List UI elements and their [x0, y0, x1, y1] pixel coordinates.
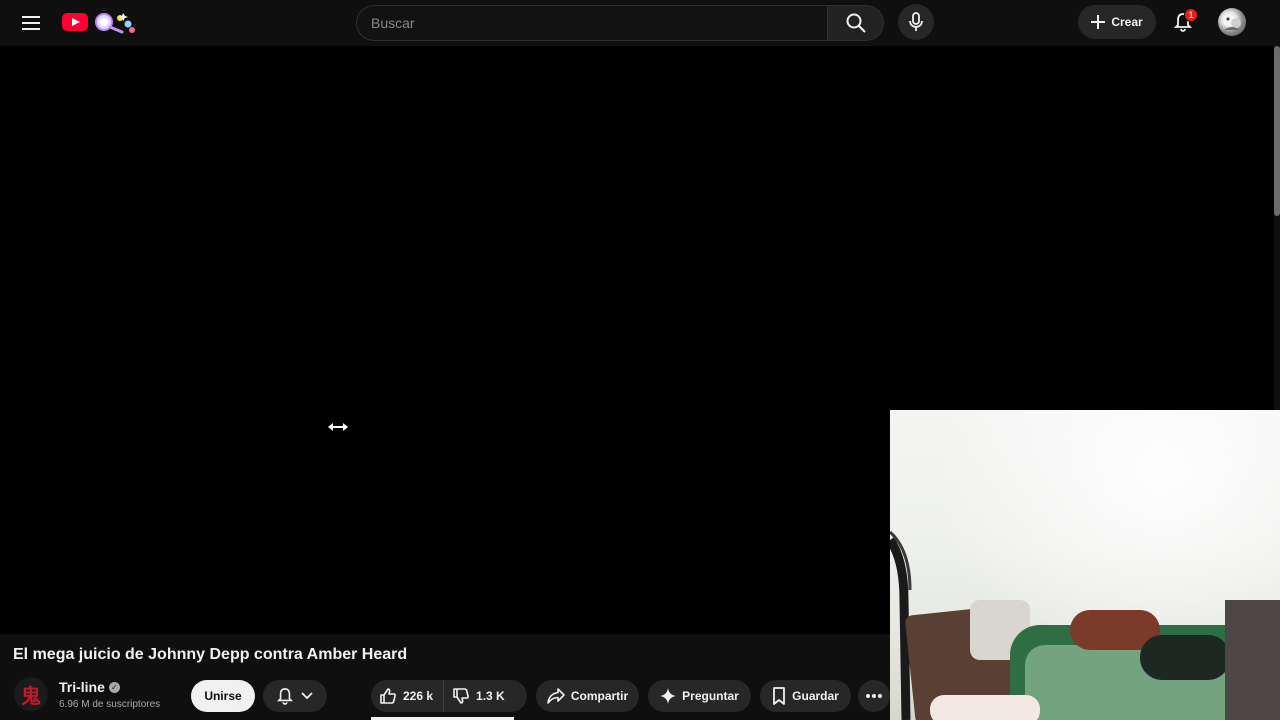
plus-icon: [1091, 15, 1106, 29]
create-label: Crear: [1111, 15, 1143, 29]
youtube-logo-icon: [62, 13, 88, 31]
channel-name-row[interactable]: Tri-line ✓: [59, 679, 120, 695]
webcam-dark-object: [1140, 635, 1230, 680]
video-title: El mega juicio de Johnny Depp contra Amb…: [13, 646, 408, 663]
search-button[interactable]: [828, 5, 884, 41]
share-icon: [547, 688, 565, 704]
chevron-down-icon: [301, 692, 313, 700]
subscriber-count: 6.96 M de suscriptores: [59, 699, 161, 710]
subscription-notifications-button[interactable]: [263, 680, 327, 712]
notification-count-badge: 1: [1184, 8, 1198, 22]
dislike-count: 1.3 K: [476, 689, 505, 703]
webcam-overlay: [890, 410, 1280, 720]
webcam-furniture: [1225, 600, 1280, 720]
menu-icon: [22, 16, 40, 30]
share-button[interactable]: Compartir: [536, 680, 639, 712]
sparkle-icon: [660, 688, 677, 704]
mic-icon: [909, 12, 923, 31]
channel-avatar[interactable]: 鬼: [14, 677, 48, 711]
like-dislike-group: 226 k 1.3 K: [371, 680, 527, 712]
like-button[interactable]: 226 k: [371, 680, 445, 712]
channel-name[interactable]: Tri-line: [59, 679, 105, 695]
join-button[interactable]: Unirse: [191, 680, 255, 712]
menu-button[interactable]: [14, 6, 48, 40]
voice-search-button[interactable]: [898, 4, 934, 40]
create-button[interactable]: Crear: [1078, 5, 1156, 39]
like-count: 226 k: [403, 689, 434, 703]
resize-cursor-icon: [328, 423, 348, 431]
thumbs-down-icon: [453, 688, 469, 704]
thumbs-up-icon: [380, 688, 396, 704]
more-icon: [866, 694, 882, 698]
search-icon: [846, 13, 866, 33]
search-input[interactable]: [371, 15, 827, 31]
verified-icon: ✓: [108, 681, 120, 693]
more-actions-button[interactable]: [858, 680, 890, 712]
save-button[interactable]: Guardar: [760, 680, 851, 712]
scrollbar-thumb[interactable]: [1274, 46, 1280, 216]
bookmark-icon: [773, 687, 786, 705]
webcam-sheet: [930, 695, 1040, 720]
avatar-image: [1223, 14, 1241, 30]
channel-avatar-glyph: 鬼: [21, 685, 41, 708]
dislike-button[interactable]: 1.3 K: [444, 680, 513, 712]
youtube-logo[interactable]: [62, 8, 138, 36]
ask-button[interactable]: Preguntar: [648, 680, 751, 712]
bell-icon: [277, 688, 293, 705]
share-label: Compartir: [570, 689, 629, 703]
save-label: Guardar: [792, 689, 839, 703]
doodle-logo: [95, 13, 135, 34]
search-box[interactable]: [356, 5, 828, 41]
notifications-button[interactable]: 1: [1166, 5, 1200, 39]
account-avatar[interactable]: [1218, 8, 1246, 36]
ask-label: Preguntar: [682, 689, 739, 703]
top-bar: Crear 1: [0, 0, 1280, 46]
